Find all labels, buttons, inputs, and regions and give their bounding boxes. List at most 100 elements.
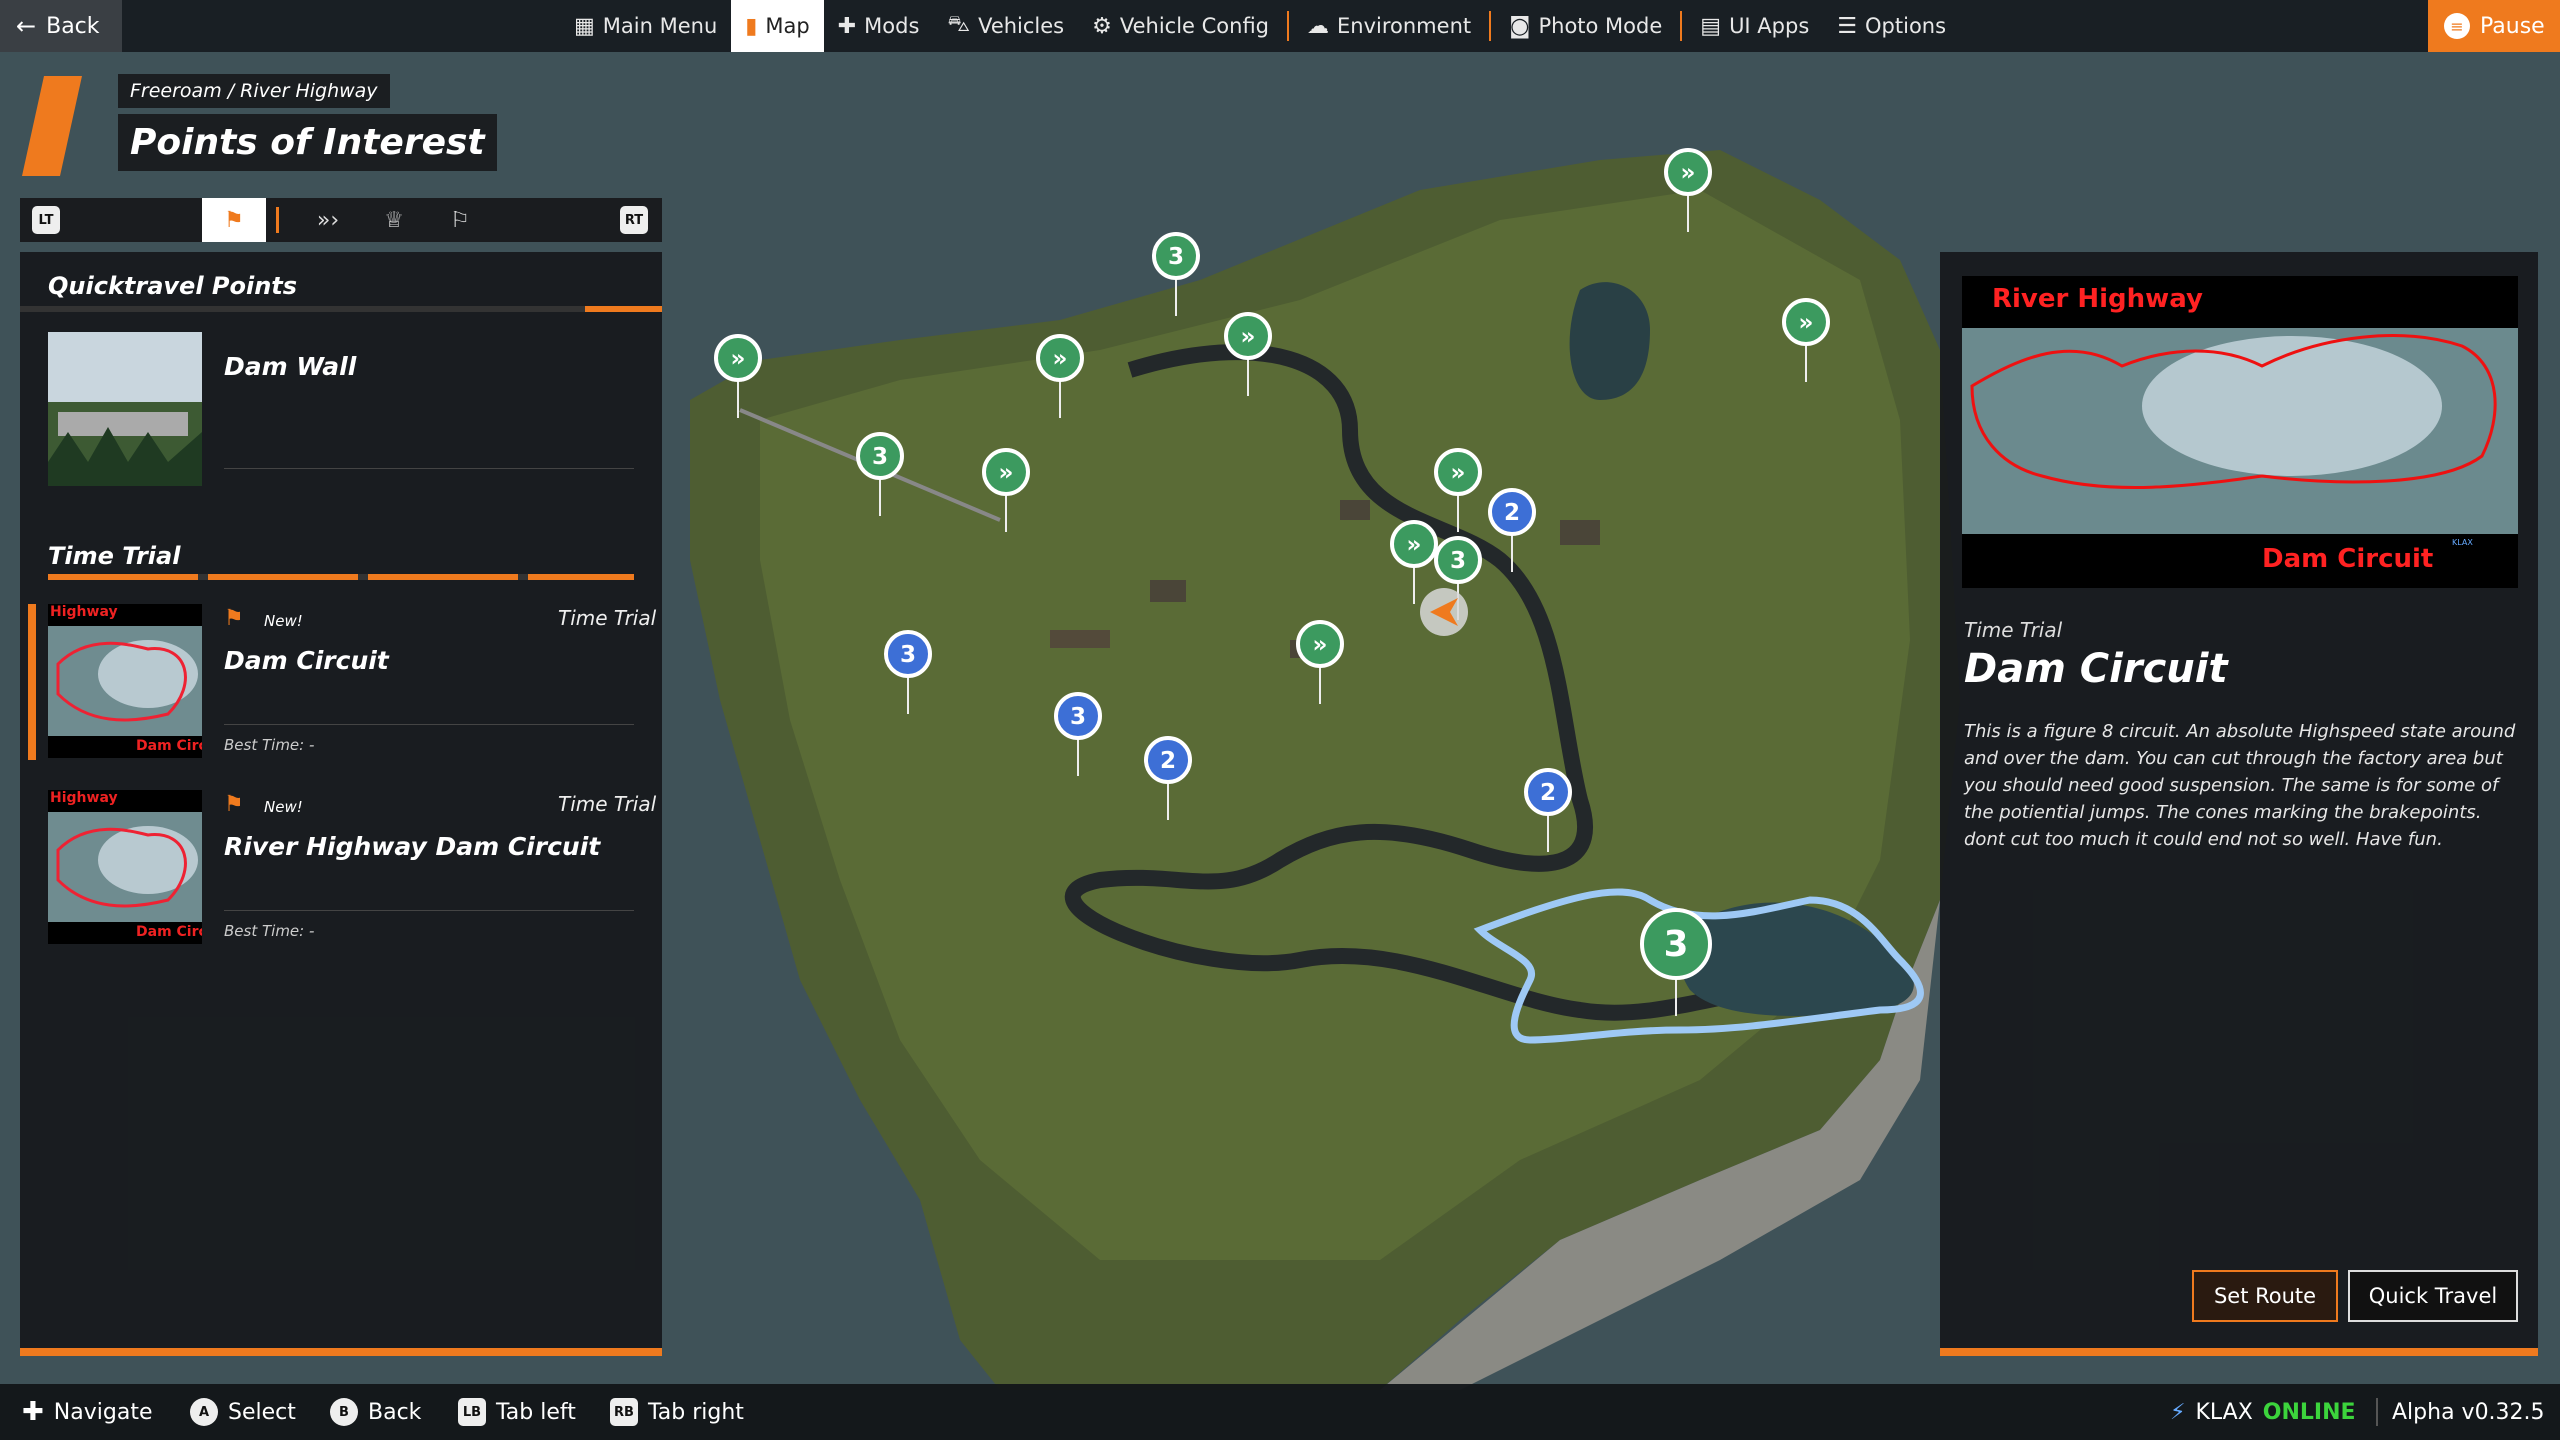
- car-icon: ⛍: [947, 12, 971, 37]
- tab-separator: [274, 198, 280, 242]
- dam-wall-thumbnail: [48, 332, 202, 486]
- preview-title-top: River Highway: [1992, 284, 2203, 314]
- svg-text:»: »: [1241, 324, 1256, 350]
- right-trigger-hint: RT: [616, 198, 652, 242]
- map-icon: ▮: [745, 13, 758, 39]
- preview-logo: KLAX: [2452, 538, 2473, 547]
- item-type: Time Trial: [558, 606, 657, 630]
- svg-text:3: 3: [1450, 548, 1466, 574]
- svg-text:»: »: [731, 346, 746, 372]
- list-item[interactable]: Highway Dam Circ ⚑ New! Time Trial Dam C…: [20, 604, 662, 774]
- poi-category-tabs: LT ⚑ »› ♕ ⚐ RT: [20, 198, 662, 242]
- version-label: Alpha v0.32.5: [2392, 1399, 2545, 1425]
- svg-text:»: »: [1053, 346, 1068, 372]
- svg-text:»: »: [1451, 460, 1466, 486]
- sliders-icon: ☰: [1837, 13, 1858, 39]
- nav-ui-apps[interactable]: ▤ UI Apps: [1686, 0, 1823, 52]
- best-time: Best Time: -: [224, 736, 315, 754]
- online-label: ONLINE: [2262, 1399, 2356, 1425]
- apps-icon: ▤: [1700, 13, 1722, 39]
- nav-options[interactable]: ☰ Options: [1823, 0, 1960, 52]
- hint-navigate: ✚ Navigate: [22, 1397, 153, 1427]
- nav-mods[interactable]: ✚ Mods: [824, 0, 934, 52]
- flag-plus-icon: ⚑: [224, 792, 244, 817]
- tab-challenges[interactable]: ♕: [364, 198, 424, 242]
- back-button[interactable]: ← Back: [0, 0, 122, 52]
- top-bar: ← Back ▦ Main Menu ▮ Map ✚ Mods ⛍ Vehicles ⚙…: [0, 0, 2560, 52]
- detail-type: Time Trial: [1964, 618, 2063, 642]
- engine-icon: ⚙: [1092, 13, 1112, 39]
- svg-text:2: 2: [1160, 748, 1176, 774]
- track-thumbnail: Highway Dam Circ: [48, 790, 202, 944]
- username: KLAX: [2195, 1399, 2253, 1425]
- item-name: Dam Wall: [224, 352, 357, 381]
- section-underline: [20, 306, 662, 312]
- item-name: Dam Circuit: [224, 646, 389, 675]
- svg-text:»: »: [1313, 632, 1328, 658]
- bottom-hint-bar: ✚ Navigate A Select B Back LB Tab left RB Tab…: [0, 1384, 2560, 1440]
- dpad-icon: ✚: [22, 1397, 44, 1427]
- player-location-icon: [1420, 588, 1468, 636]
- set-route-button[interactable]: Set Route: [2192, 1270, 2338, 1322]
- breadcrumb: Freeroam / River Highway: [118, 74, 390, 108]
- tab-quicktravel[interactable]: ⚑: [202, 198, 266, 242]
- tab-time-trials[interactable]: ⚐: [430, 198, 490, 242]
- weather-icon: ☁: [1307, 13, 1330, 39]
- tab-spawn-points[interactable]: »›: [298, 198, 358, 242]
- new-badge: New!: [264, 612, 303, 630]
- detail-description: This is a figure 8 circuit. An absolute …: [1964, 721, 2516, 850]
- flag-icon: ⚑: [224, 207, 244, 233]
- divider: [224, 724, 634, 725]
- svg-text:»: »: [1407, 532, 1422, 558]
- best-time: Best Time: -: [224, 922, 315, 940]
- divider: [224, 910, 634, 911]
- panel-footer-accent: [1940, 1348, 2538, 1356]
- svg-text:»: »: [1681, 160, 1696, 186]
- nav-map[interactable]: ▮ Map: [731, 0, 824, 52]
- poi-list-panel: Quicktravel Points Dam Wall Time Trial H…: [20, 252, 662, 1352]
- preview-title-bottom: Dam Circuit: [2262, 544, 2434, 574]
- nav-vehicles[interactable]: ⛍ Vehicles: [933, 0, 1078, 52]
- new-badge: New!: [264, 798, 303, 816]
- flag-plus-icon: ⚐: [450, 207, 470, 233]
- panel-footer-accent: [20, 1348, 662, 1356]
- page-title: Points of Interest: [118, 114, 497, 171]
- quick-travel-button[interactable]: Quick Travel: [2348, 1270, 2518, 1322]
- arrow-left-icon: ←: [16, 12, 37, 40]
- svg-text:3: 3: [900, 642, 916, 668]
- svg-text:3: 3: [1664, 924, 1689, 965]
- main-nav: ▦ Main Menu ▮ Map ✚ Mods ⛍ Vehicles ⚙ Vehicle…: [560, 0, 1960, 52]
- quicktravel-heading: Quicktravel Points: [48, 272, 298, 300]
- svg-text:3: 3: [1070, 704, 1086, 730]
- hint-tab-left: LB Tab left: [458, 1384, 576, 1440]
- nav-separator: [1489, 11, 1492, 41]
- pause-icon: ≡: [2444, 13, 2470, 39]
- divider: [224, 468, 634, 469]
- divider: [2376, 1398, 2378, 1426]
- hint-tab-right: RB Tab right: [610, 1384, 744, 1440]
- online-status: ⚡ KLAX ONLINE: [2170, 1384, 2356, 1440]
- nav-main-menu[interactable]: ▦ Main Menu: [560, 0, 731, 52]
- list-item[interactable]: Dam Wall: [20, 332, 662, 502]
- item-type: Time Trial: [558, 792, 657, 816]
- list-item[interactable]: Highway Dam Circ ⚑ New! Time Trial River…: [20, 790, 662, 960]
- flag-plus-icon: ⚑: [224, 606, 244, 631]
- plug-icon: ⚡: [2170, 1399, 2186, 1425]
- chevrons-icon: »›: [316, 207, 340, 233]
- nav-photo-mode[interactable]: ◙ Photo Mode: [1495, 0, 1676, 52]
- pause-button[interactable]: ≡ Pause: [2428, 0, 2560, 52]
- section-underline: [48, 574, 634, 580]
- svg-text:2: 2: [1540, 780, 1556, 806]
- nav-separator: [1287, 11, 1290, 41]
- orange-slash-logo: [22, 76, 82, 176]
- svg-text:3: 3: [872, 444, 888, 470]
- track-preview-image: River Highway Dam Circuit KLAX: [1962, 276, 2518, 588]
- trophy-icon: ♕: [384, 207, 404, 233]
- hint-back: B Back: [330, 1384, 421, 1440]
- item-name: River Highway Dam Circuit: [224, 832, 601, 861]
- puzzle-icon: ✚: [837, 13, 857, 39]
- nav-vehicle-config[interactable]: ⚙ Vehicle Config: [1078, 0, 1283, 52]
- hint-select: A Select: [190, 1384, 296, 1440]
- nav-environment[interactable]: ☁ Environment: [1293, 0, 1485, 52]
- timetrial-heading: Time Trial: [48, 542, 181, 570]
